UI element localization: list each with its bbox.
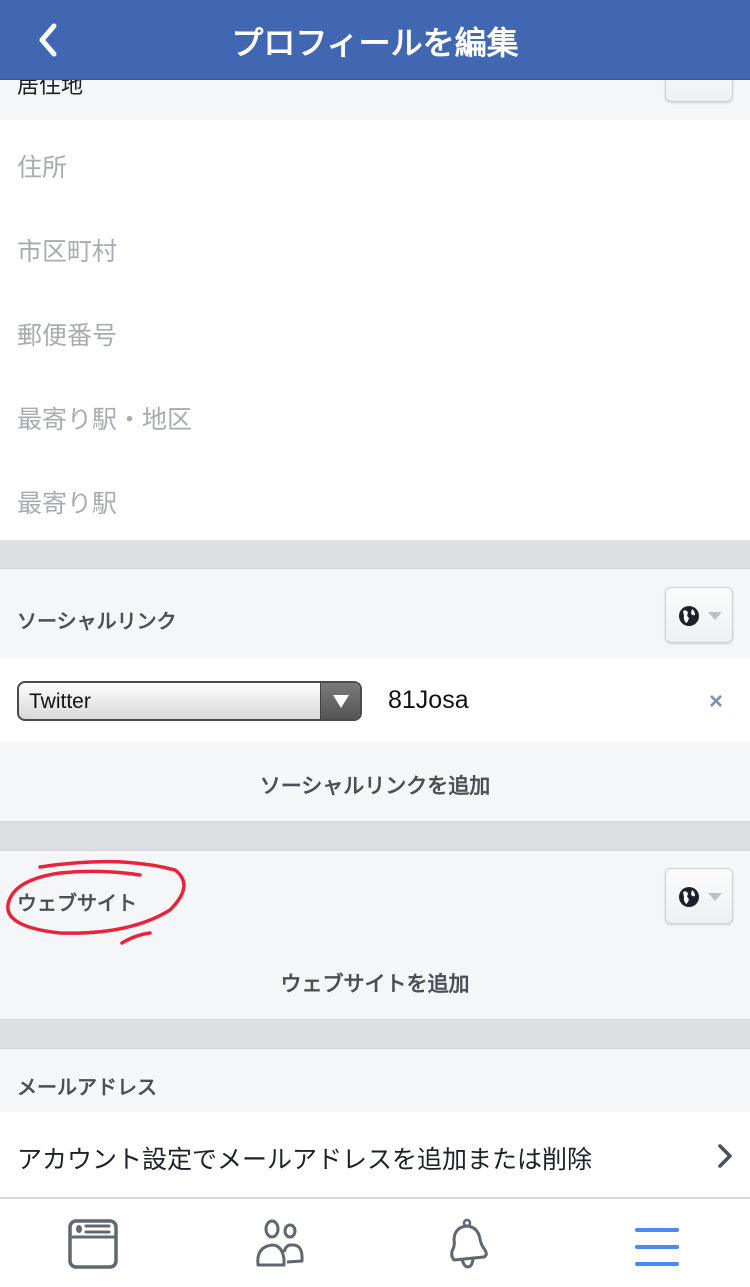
postal-code-input[interactable]: 郵便番号 [17,316,117,352]
social-privacy-button[interactable] [665,587,733,643]
email-section-header: メールアドレス [0,1048,750,1112]
tab-notifications[interactable] [440,1217,500,1273]
tab-friends[interactable] [251,1217,311,1273]
social-service-value: Twitter [29,690,91,713]
globe-icon [679,887,699,907]
add-social-link-row: ソーシャルリンクを追加 [0,742,750,822]
chevron-right-icon [718,1144,732,1168]
nearest-station-area-input[interactable]: 最寄り駅・地区 [17,400,192,436]
add-social-link-button[interactable]: ソーシャルリンクを追加 [0,770,750,800]
email-title: メールアドレス [17,1077,157,1099]
remove-link-button[interactable]: × [709,688,723,716]
menu-icon [635,1228,679,1266]
globe-icon [679,606,699,626]
add-website-button[interactable]: ウェブサイトを追加 [0,968,750,998]
social-section-header: ソーシャルリンク [0,568,750,658]
page-title: プロフィールを編集 [231,25,519,61]
dropdown-arrow-icon [320,683,360,719]
news-feed-icon [68,1219,118,1269]
tab-menu[interactable] [627,1217,687,1273]
residence-fields: 住所 市区町村 郵便番号 最寄り駅・地区 最寄り駅 [0,120,750,540]
website-privacy-button[interactable] [665,868,733,924]
app-header: プロフィールを編集 [0,0,750,80]
address-input[interactable]: 住所 [17,148,67,184]
social-username-input[interactable]: 81Josa [388,686,469,715]
nearest-station-input[interactable]: 最寄り駅 [17,484,117,520]
social-service-select[interactable]: Twitter [17,681,362,721]
tab-bar [0,1197,750,1287]
red-circle-annotation [6,859,186,945]
friends-icon [256,1219,304,1267]
email-settings-row[interactable]: アカウント設定でメールアドレスを追加または削除 [0,1112,750,1198]
city-input[interactable]: 市区町村 [17,232,117,268]
tab-news-feed[interactable] [63,1217,123,1273]
email-settings-label: アカウント設定でメールアドレスを追加または削除 [17,1146,593,1174]
social-title: ソーシャルリンク [17,611,177,633]
notifications-icon [450,1218,488,1269]
